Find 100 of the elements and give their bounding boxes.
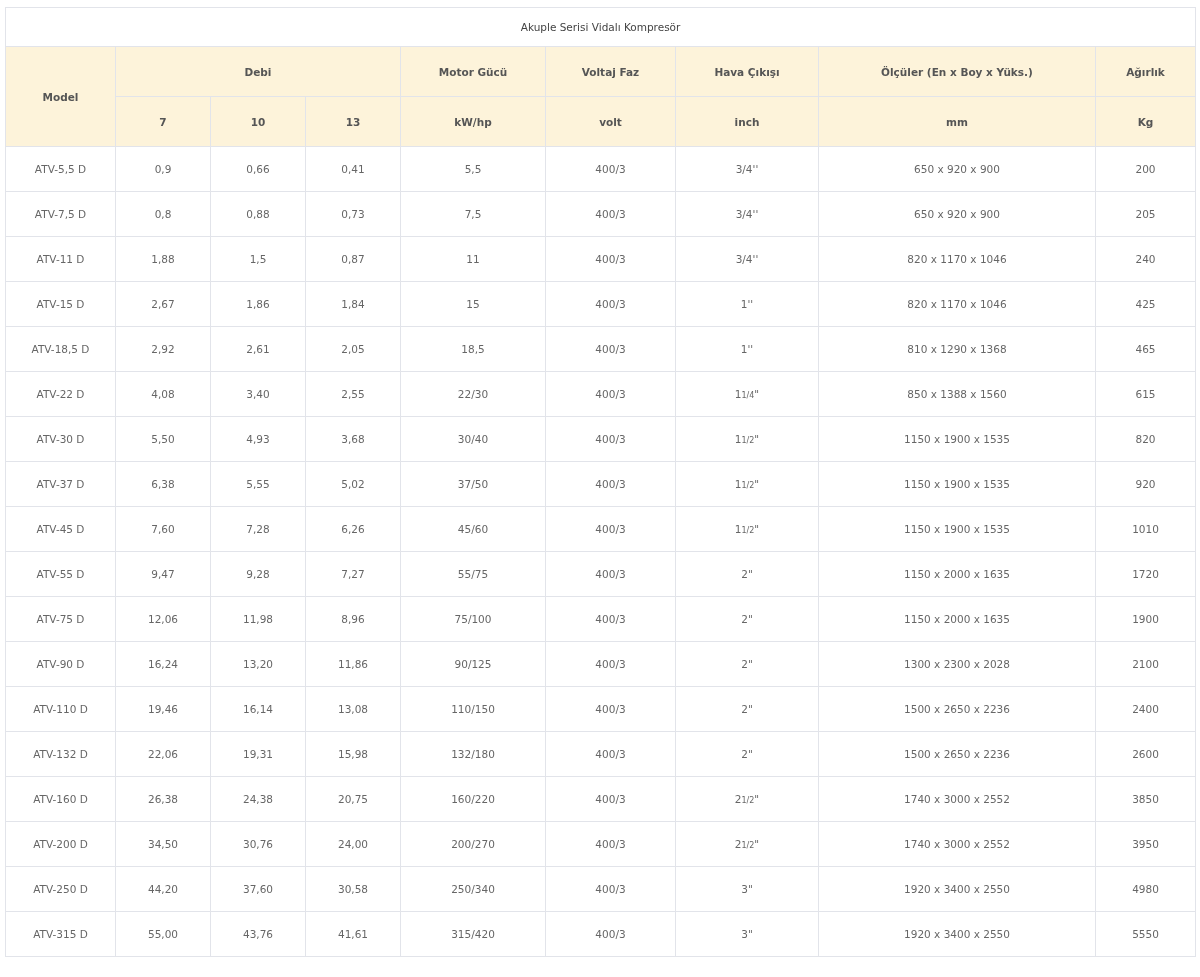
table-cell: 1150 x 2000 x 1635 xyxy=(818,551,1096,597)
table-cell: ATV-11 D xyxy=(5,236,116,282)
table-cell: 400/3 xyxy=(545,686,676,732)
table-cell: 400/3 xyxy=(545,146,676,192)
table-cell: 200/270 xyxy=(400,821,546,867)
table-cell: 20,75 xyxy=(305,776,401,822)
table-cell: 6,26 xyxy=(305,506,401,552)
table-cell: ATV-75 D xyxy=(5,596,116,642)
table-cell: 1500 x 2650 x 2236 xyxy=(818,731,1096,777)
table-cell: ATV-90 D xyxy=(5,641,116,687)
unit-header: volt xyxy=(545,96,676,147)
column-header: Ölçüler (En x Boy x Yüks.) xyxy=(818,46,1096,97)
table-cell: 1920 x 3400 x 2550 xyxy=(818,911,1096,957)
table-cell: 400/3 xyxy=(545,236,676,282)
table-cell: 9,28 xyxy=(210,551,306,597)
table-cell: 400/3 xyxy=(545,326,676,372)
table-cell: ATV-55 D xyxy=(5,551,116,597)
table-cell: 1900 xyxy=(1095,596,1196,642)
table-cell: 13,20 xyxy=(210,641,306,687)
table-title: Akuple Serisi Vidalı Kompresör xyxy=(5,7,1196,47)
table-cell: 400/3 xyxy=(545,776,676,822)
table-cell: 55,00 xyxy=(115,911,211,957)
table-cell: 2" xyxy=(675,596,819,642)
table-cell: 13,08 xyxy=(305,686,401,732)
table-cell: 55/75 xyxy=(400,551,546,597)
table-cell: 1150 x 1900 x 1535 xyxy=(818,461,1096,507)
table-cell: 1,86 xyxy=(210,281,306,327)
table-cell: ATV-160 D xyxy=(5,776,116,822)
table-cell: 400/3 xyxy=(545,596,676,642)
table-cell: 12,06 xyxy=(115,596,211,642)
table-cell: 0,87 xyxy=(305,236,401,282)
table-cell: 15 xyxy=(400,281,546,327)
column-header: Motor Gücü xyxy=(400,46,546,97)
table-cell: 0,66 xyxy=(210,146,306,192)
table-cell: ATV-132 D xyxy=(5,731,116,777)
table-cell: 90/125 xyxy=(400,641,546,687)
table-cell: 110/150 xyxy=(400,686,546,732)
column-header: Ağırlık xyxy=(1095,46,1196,97)
table-cell: 1,5 xyxy=(210,236,306,282)
table-cell: 1010 xyxy=(1095,506,1196,552)
table-cell: 2,05 xyxy=(305,326,401,372)
table-cell: 0,88 xyxy=(210,191,306,237)
table-cell: 2600 xyxy=(1095,731,1196,777)
column-header: Hava Çıkışı xyxy=(675,46,819,97)
table-cell: 0,41 xyxy=(305,146,401,192)
table-cell: 18,5 xyxy=(400,326,546,372)
table-cell: 400/3 xyxy=(545,281,676,327)
table-cell: 2,67 xyxy=(115,281,211,327)
table-cell: 1,84 xyxy=(305,281,401,327)
table-cell: 160/220 xyxy=(400,776,546,822)
table-cell: 2,55 xyxy=(305,371,401,417)
table-cell: ATV-22 D xyxy=(5,371,116,417)
table-cell: 400/3 xyxy=(545,866,676,912)
table-cell: 820 x 1170 x 1046 xyxy=(818,236,1096,282)
column-header: Model xyxy=(5,46,116,147)
table-cell: 1920 x 3400 x 2550 xyxy=(818,866,1096,912)
table-cell: 400/3 xyxy=(545,416,676,462)
table-cell: 205 xyxy=(1095,191,1196,237)
table-cell: 850 x 1388 x 1560 xyxy=(818,371,1096,417)
table-cell: 2" xyxy=(675,686,819,732)
table-cell: 1$_{1/2}$" xyxy=(675,416,819,462)
table-cell: 1$_{1/2}$" xyxy=(675,461,819,507)
table-cell: 30,76 xyxy=(210,821,306,867)
table-cell: 400/3 xyxy=(545,191,676,237)
table-cell: ATV-315 D xyxy=(5,911,116,957)
table-cell: 2$_{1/2}$" xyxy=(675,776,819,822)
table-cell: 0,73 xyxy=(305,191,401,237)
table-cell: 5,02 xyxy=(305,461,401,507)
table-cell: 465 xyxy=(1095,326,1196,372)
table-cell: 2" xyxy=(675,641,819,687)
table-cell: 1740 x 3000 x 2552 xyxy=(818,821,1096,867)
table-cell: 26,38 xyxy=(115,776,211,822)
table-cell: 3950 xyxy=(1095,821,1196,867)
table-cell: 11,98 xyxy=(210,596,306,642)
table-cell: 15,98 xyxy=(305,731,401,777)
table-cell: 425 xyxy=(1095,281,1196,327)
table-cell: ATV-7,5 D xyxy=(5,191,116,237)
table-cell: 16,24 xyxy=(115,641,211,687)
table-cell: 400/3 xyxy=(545,551,676,597)
table-cell: 37/50 xyxy=(400,461,546,507)
table-cell: 1150 x 2000 x 1635 xyxy=(818,596,1096,642)
table-cell: 3/4'' xyxy=(675,146,819,192)
table-cell: ATV-200 D xyxy=(5,821,116,867)
table-cell: ATV-18,5 D xyxy=(5,326,116,372)
table-cell: 1500 x 2650 x 2236 xyxy=(818,686,1096,732)
table-cell: 4980 xyxy=(1095,866,1196,912)
table-cell: 2400 xyxy=(1095,686,1196,732)
table-cell: 11,86 xyxy=(305,641,401,687)
table-cell: 3/4'' xyxy=(675,236,819,282)
table-cell: 820 x 1170 x 1046 xyxy=(818,281,1096,327)
table-cell: 1'' xyxy=(675,326,819,372)
table-cell: 650 x 920 x 900 xyxy=(818,146,1096,192)
table-cell: 1740 x 3000 x 2552 xyxy=(818,776,1096,822)
table-cell: 8,96 xyxy=(305,596,401,642)
table-cell: 24,38 xyxy=(210,776,306,822)
table-cell: 240 xyxy=(1095,236,1196,282)
table-cell: 3,40 xyxy=(210,371,306,417)
table-cell: 920 xyxy=(1095,461,1196,507)
table-cell: 6,38 xyxy=(115,461,211,507)
unit-header: Kg xyxy=(1095,96,1196,147)
